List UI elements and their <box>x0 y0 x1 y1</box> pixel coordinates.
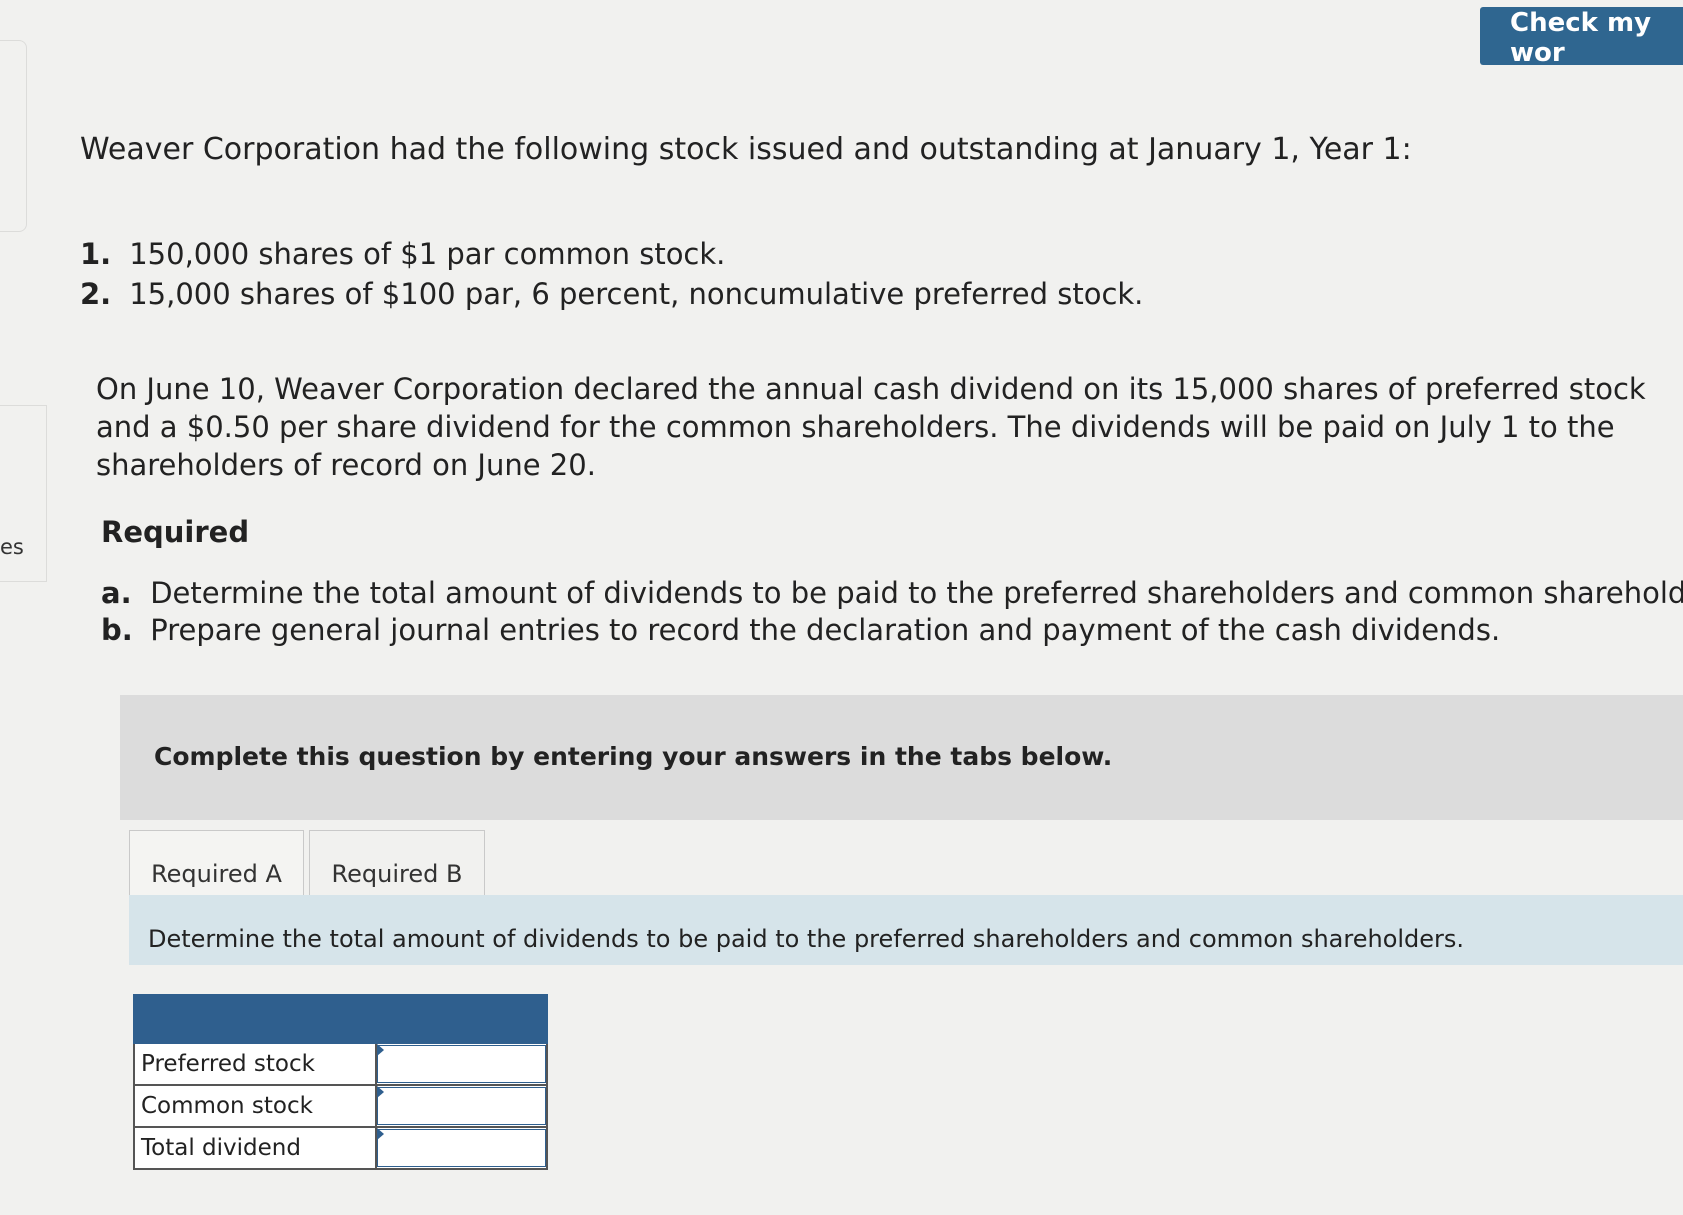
assignment-page: es Check my wor Weaver Corporation had t… <box>0 0 1683 1215</box>
required-list: a. Determine the total amount of dividen… <box>101 575 1683 649</box>
list-item: 2. 15,000 shares of $100 par, 6 percent,… <box>80 274 1143 314</box>
list-item: a. Determine the total amount of dividen… <box>101 575 1683 612</box>
list-number: 2. <box>80 277 112 311</box>
list-letter: a. <box>101 576 132 610</box>
table-header-row <box>133 994 549 1044</box>
table-row: Preferred stock <box>133 1042 549 1086</box>
list-text: 150,000 shares of $1 par common stock. <box>129 237 726 271</box>
active-question-text: Determine the total amount of dividends … <box>148 925 1465 953</box>
required-heading: Required <box>101 515 250 549</box>
list-letter: b. <box>101 613 133 647</box>
list-item: b. Prepare general journal entries to re… <box>101 612 1683 649</box>
list-text: 15,000 shares of $100 par, 6 percent, no… <box>129 277 1144 311</box>
answer-table: Preferred stock Common stock Total divid… <box>133 994 549 1170</box>
table-header-cell <box>374 994 549 1044</box>
preferred-stock-input[interactable] <box>376 1045 546 1083</box>
common-stock-input[interactable] <box>376 1087 546 1125</box>
left-panel-edge <box>0 40 27 232</box>
side-nav-tab-label[interactable]: es <box>0 535 24 559</box>
answer-cell <box>374 1042 549 1086</box>
list-text: Determine the total amount of dividends … <box>150 576 1683 610</box>
table-row: Common stock <box>133 1084 549 1128</box>
list-number: 1. <box>80 237 112 271</box>
cell-marker-icon <box>376 1086 384 1098</box>
problem-intro: Weaver Corporation had the following sto… <box>80 132 1412 167</box>
answer-cell <box>374 1084 549 1128</box>
list-item: 1. 150,000 shares of $1 par common stock… <box>80 234 1143 274</box>
check-my-work-button[interactable]: Check my wor <box>1480 7 1683 68</box>
total-dividend-input[interactable] <box>376 1129 546 1167</box>
cell-marker-icon <box>376 1128 384 1140</box>
row-label: Preferred stock <box>133 1042 377 1086</box>
instruction-text: Complete this question by entering your … <box>154 742 1113 771</box>
table-row: Total dividend <box>133 1126 549 1170</box>
cell-marker-icon <box>376 1044 384 1056</box>
row-label: Common stock <box>133 1084 377 1128</box>
row-label: Total dividend <box>133 1126 377 1170</box>
list-text: Prepare general journal entries to recor… <box>150 613 1501 647</box>
table-header-cell <box>133 994 377 1044</box>
answer-cell <box>374 1126 549 1170</box>
problem-paragraph: On June 10, Weaver Corporation declared … <box>96 372 1646 482</box>
stock-list: 1. 150,000 shares of $1 par common stock… <box>80 234 1143 314</box>
